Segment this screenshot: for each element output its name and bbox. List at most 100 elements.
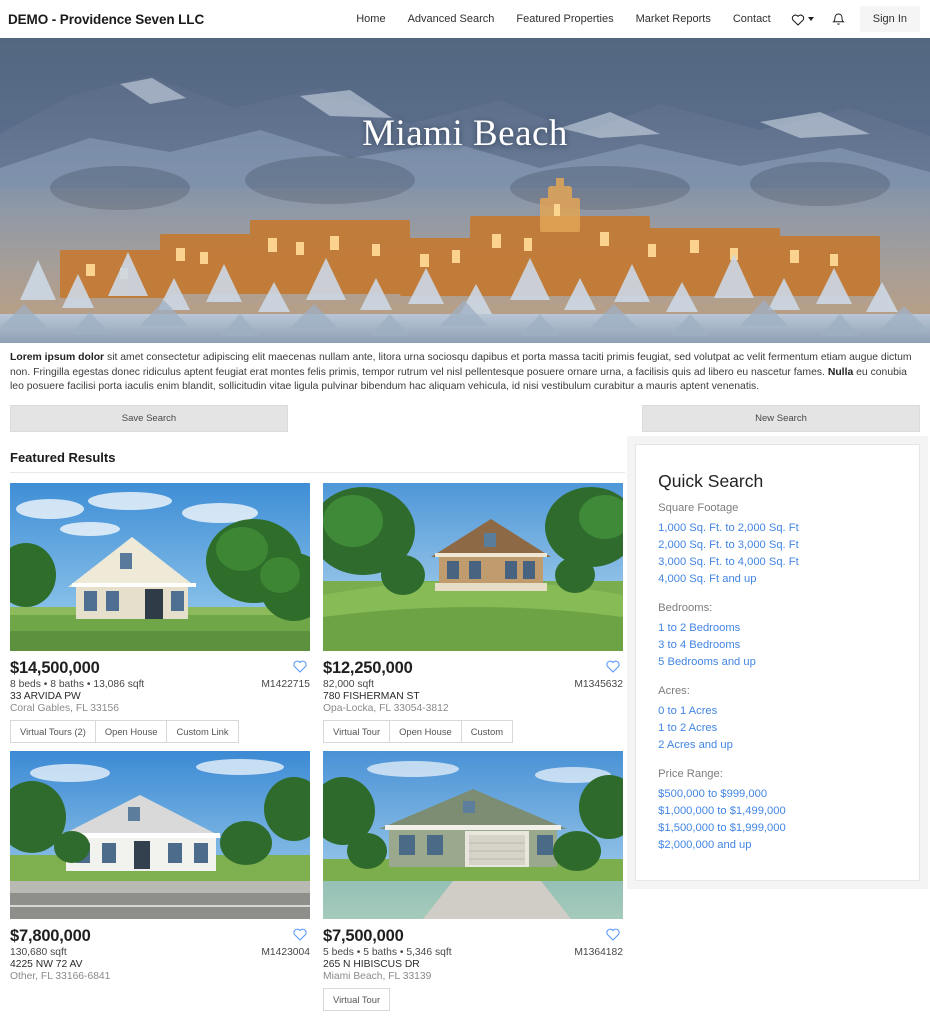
virtual-tours-tag[interactable]: Virtual Tours (2) <box>10 719 96 743</box>
property-city-state-zip: Miami Beach, FL 33139 <box>323 970 432 982</box>
property-card-grid: $14,500,000 8 beds • 8 baths • 13,086 sq… <box>10 482 625 1011</box>
property-specs: 82,000 sqft <box>323 678 374 690</box>
description-bold-nulla: Nulla <box>827 366 854 378</box>
quick-search-panel: Quick Search Square Footage 1,000 Sq. Ft… <box>635 443 920 881</box>
favorite-heart-icon[interactable] <box>292 659 310 676</box>
qs-link-bedrooms-5-up[interactable]: 5 Bedrooms and up <box>658 654 897 671</box>
meta-row: 82,000 sqft M1345632 <box>323 679 623 690</box>
section-divider <box>10 471 626 473</box>
hero-banner: Miami Beach <box>0 38 930 343</box>
property-address: 780 FISHERMAN ST <box>323 690 420 702</box>
qs-link-acres-0-1[interactable]: 0 to 1 Acres <box>658 703 897 720</box>
property-price: $12,250,000 <box>323 658 413 677</box>
property-address: 4225 NW 72 AV <box>10 958 83 970</box>
description-body-1: sit amet consectetur adipiscing elit mae… <box>10 352 912 378</box>
nav-link-featured-properties[interactable]: Featured Properties <box>505 7 624 31</box>
nav-link-market-reports[interactable]: Market Reports <box>625 7 722 31</box>
price-row: $14,500,000 <box>10 659 310 678</box>
property-tag-row: Virtual Tour <box>323 987 623 1011</box>
quick-search-group-label-bedrooms: Bedrooms: <box>658 601 713 614</box>
quick-search-group-label-price-range: Price Range: <box>658 767 723 780</box>
qs-link-sqft-3000-4000[interactable]: 3,000 Sq. Ft. to 4,000 Sq. Ft <box>658 554 897 571</box>
meta-row: 130,680 sqft M1423004 <box>10 947 310 958</box>
sign-in-button[interactable]: Sign In <box>859 6 920 32</box>
qs-link-price-2m-up[interactable]: $2,000,000 and up <box>658 837 897 854</box>
property-specs: 130,680 sqft <box>10 946 67 958</box>
property-photo[interactable] <box>323 750 623 919</box>
custom-tag[interactable]: Custom <box>460 719 514 743</box>
property-mls-id: M1364182 <box>574 946 623 958</box>
qs-link-sqft-4000-up[interactable]: 4,000 Sq. Ft and up <box>658 571 897 588</box>
qs-link-sqft-2000-3000[interactable]: 2,000 Sq. Ft. to 3,000 Sq. Ft <box>658 537 897 554</box>
qs-link-bedrooms-3-4[interactable]: 3 to 4 Bedrooms <box>658 637 897 654</box>
property-mls-id: M1422715 <box>261 678 310 690</box>
notifications-button[interactable] <box>823 6 854 33</box>
bell-icon <box>831 13 845 25</box>
sidebar-column: Quick Search Square Footage 1,000 Sq. Ft… <box>635 432 920 881</box>
favorite-heart-icon[interactable] <box>605 659 623 676</box>
chevron-down-icon <box>807 17 814 21</box>
price-row: $7,500,000 <box>323 927 623 946</box>
property-address: 33 ARVIDA PW <box>10 690 81 702</box>
price-row: $12,250,000 <box>323 659 623 678</box>
meta-row: 8 beds • 8 baths • 13,086 sqft M1422715 <box>10 679 310 690</box>
nav-link-home[interactable]: Home <box>345 7 396 31</box>
nav-link-contact[interactable]: Contact <box>722 7 782 31</box>
property-address: 265 N HIBISCUS DR <box>323 958 420 970</box>
virtual-tour-tag[interactable]: Virtual Tour <box>323 719 391 743</box>
nav-links-group: Home Advanced Search Featured Properties… <box>345 6 920 33</box>
qs-link-acres-1-2[interactable]: 1 to 2 Acres <box>658 720 897 737</box>
quick-search-title: Quick Search <box>658 470 764 491</box>
open-house-tag[interactable]: Open House <box>94 719 168 743</box>
property-card[interactable]: $7,800,000 130,680 sqft M1423004 4225 NW… <box>10 750 310 1011</box>
favorites-dropdown-button[interactable] <box>782 7 823 32</box>
qs-link-bedrooms-1-2[interactable]: 1 to 2 Bedrooms <box>658 620 897 637</box>
property-price: $7,800,000 <box>10 926 91 945</box>
top-navigation-bar: DEMO - Providence Seven LLC Home Advance… <box>0 0 930 38</box>
qs-link-sqft-1000-2000[interactable]: 1,000 Sq. Ft. to 2,000 Sq. Ft <box>658 520 897 537</box>
heart-icon <box>791 14 804 26</box>
property-price: $14,500,000 <box>10 658 100 677</box>
property-photo[interactable] <box>323 482 623 651</box>
property-photo[interactable] <box>10 482 310 651</box>
open-house-tag[interactable]: Open House <box>389 719 462 743</box>
virtual-tour-tag[interactable]: Virtual Tour <box>323 987 391 1011</box>
meta-row: 5 beds • 5 baths • 5,346 sqft M1364182 <box>323 947 623 958</box>
main-content: Featured Results $14,500,000 8 beds • 8 … <box>0 432 930 1011</box>
save-search-button[interactable]: Save Search <box>10 404 288 432</box>
custom-link-tag[interactable]: Custom Link <box>166 719 239 743</box>
new-search-button[interactable]: New Search <box>642 404 920 432</box>
property-photo-image-3 <box>10 750 310 919</box>
favorite-heart-icon[interactable] <box>292 927 310 944</box>
qs-link-price-15m-1999k[interactable]: $1,500,000 to $1,999,000 <box>658 820 897 837</box>
property-photo-image-2 <box>323 482 623 651</box>
favorite-heart-icon[interactable] <box>605 927 623 944</box>
property-mls-id: M1423004 <box>261 946 310 958</box>
quick-search-group-label-square-footage: Square Footage <box>658 501 739 514</box>
price-row: $7,800,000 <box>10 927 310 946</box>
nav-link-advanced-search[interactable]: Advanced Search <box>397 7 506 31</box>
property-tag-row: Virtual Tour Open House Custom <box>323 719 623 743</box>
quick-search-group-label-acres: Acres: <box>658 684 690 697</box>
property-tag-row: Virtual Tours (2) Open House Custom Link <box>10 719 310 743</box>
featured-results-column: Featured Results $14,500,000 8 beds • 8 … <box>10 432 626 1011</box>
property-city-state-zip: Opa-Locka, FL 33054-3812 <box>323 702 449 714</box>
hero-background-image <box>0 38 930 343</box>
property-card[interactable]: $12,250,000 82,000 sqft M1345632 780 FIS… <box>323 482 623 743</box>
description-lead-bold: Lorem ipsum dolor <box>10 352 105 363</box>
property-photo-image-4 <box>323 750 623 919</box>
listing-description-paragraph: Lorem ipsum dolor sit amet consectetur a… <box>0 343 930 397</box>
property-photo-image-1 <box>10 482 310 651</box>
property-card[interactable]: $7,500,000 5 beds • 5 baths • 5,346 sqft… <box>323 750 623 1011</box>
property-card[interactable]: $14,500,000 8 beds • 8 baths • 13,086 sq… <box>10 482 310 743</box>
qs-link-acres-2-up[interactable]: 2 Acres and up <box>658 737 897 754</box>
property-specs: 8 beds • 8 baths • 13,086 sqft <box>10 678 145 690</box>
property-photo[interactable] <box>10 750 310 919</box>
site-brand-title: DEMO - Providence Seven LLC <box>8 11 205 27</box>
hero-title: Miami Beach <box>362 113 568 154</box>
property-price: $7,500,000 <box>323 926 404 945</box>
qs-link-price-1m-1499k[interactable]: $1,000,000 to $1,499,000 <box>658 803 897 820</box>
qs-link-price-500k-999k[interactable]: $500,000 to $999,000 <box>658 786 897 803</box>
property-city-state-zip: Other, FL 33166-6841 <box>10 970 111 982</box>
property-city-state-zip: Coral Gables, FL 33156 <box>10 702 119 714</box>
